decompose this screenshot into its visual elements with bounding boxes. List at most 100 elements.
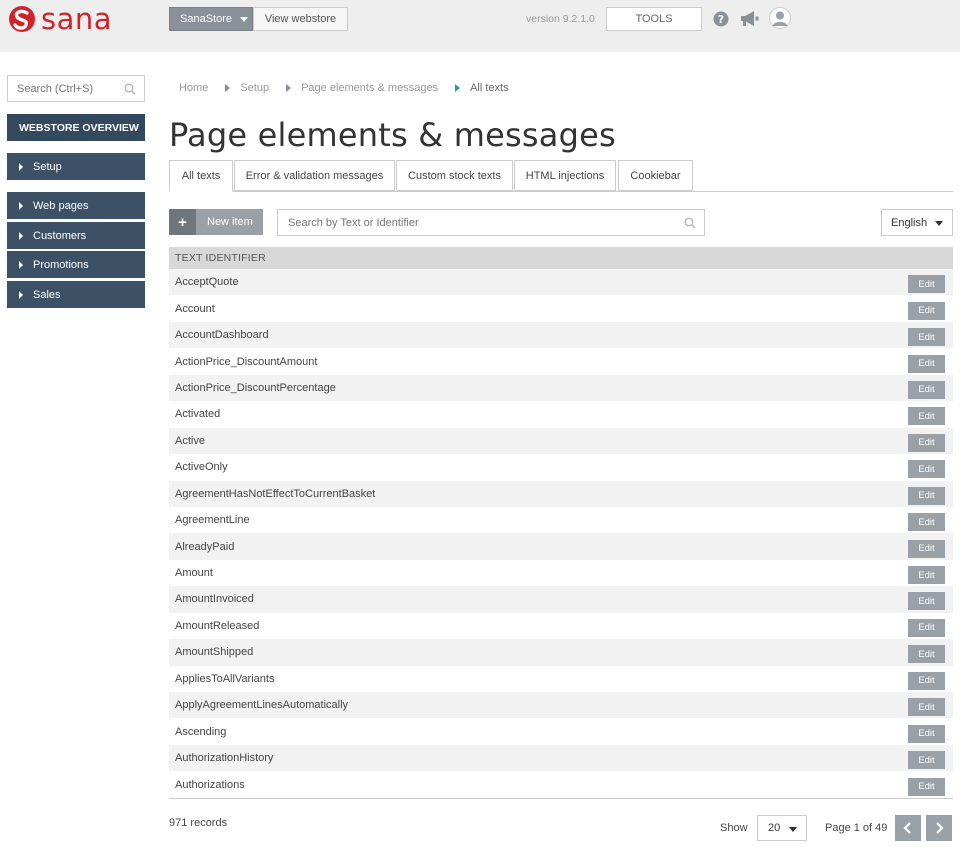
text-identifier: AmountReleased: [175, 619, 260, 632]
text-identifier: AlreadyPaid: [175, 540, 235, 553]
tab-cookiebar[interactable]: Cookiebar: [618, 160, 693, 191]
text-identifier: Amount: [175, 567, 213, 580]
table-row: Authorizations Edit: [169, 771, 953, 798]
sidebar-item-customers[interactable]: Customers: [7, 222, 145, 249]
tab-error-validation-messages[interactable]: Error & validation messages: [234, 160, 395, 191]
new-item-button[interactable]: + New item: [169, 209, 263, 235]
breadcrumb: Home Setup Page elements & messages All …: [179, 82, 509, 94]
caret-right-icon: [19, 290, 23, 299]
text-identifier: AuthorizationHistory: [175, 752, 274, 765]
edit-button[interactable]: Edit: [908, 275, 945, 294]
text-identifier: AmountShipped: [175, 646, 254, 659]
edit-button[interactable]: Edit: [908, 354, 945, 373]
edit-button[interactable]: Edit: [908, 592, 945, 611]
sidebar-item-promotions[interactable]: Promotions: [7, 251, 145, 278]
caret-right-icon: [455, 84, 461, 92]
edit-button[interactable]: Edit: [908, 566, 945, 585]
text-search-input[interactable]: [278, 210, 668, 235]
page-size-select[interactable]: 20: [757, 815, 807, 841]
table-row: AlreadyPaid Edit: [169, 533, 953, 560]
edit-button[interactable]: Edit: [908, 380, 945, 399]
table-row: Activated Edit: [169, 401, 953, 428]
edit-button[interactable]: Edit: [908, 671, 945, 690]
text-search[interactable]: [277, 209, 705, 236]
text-identifier: Activated: [175, 408, 221, 421]
text-identifier: ActionPrice_DiscountPercentage: [175, 381, 336, 394]
edit-button[interactable]: Edit: [908, 724, 945, 743]
tab-html-injections[interactable]: HTML injections: [514, 160, 616, 191]
edit-button[interactable]: Edit: [908, 513, 945, 532]
text-identifier: AcceptQuote: [175, 276, 239, 289]
caret-right-icon: [19, 162, 23, 171]
chevron-left-icon: [903, 822, 911, 834]
table-row: AppliesToAllVariants Edit: [169, 665, 953, 692]
megaphone-icon[interactable]: [739, 10, 759, 27]
text-identifier: AppliesToAllVariants: [175, 672, 275, 685]
edit-button[interactable]: Edit: [908, 618, 945, 637]
breadcrumb-page-elements[interactable]: Page elements & messages: [301, 82, 438, 94]
sana-logo-icon: [9, 6, 35, 32]
breadcrumb-home[interactable]: Home: [179, 82, 208, 94]
svg-text:?: ?: [718, 13, 724, 26]
language-select[interactable]: English: [881, 209, 953, 236]
edit-button[interactable]: Edit: [908, 433, 945, 452]
text-identifier: Authorizations: [175, 778, 245, 791]
sidebar-item-sales[interactable]: Sales: [7, 281, 145, 308]
search-icon: [124, 83, 136, 95]
tab-custom-stock-texts[interactable]: Custom stock texts: [396, 160, 513, 191]
view-webstore-button[interactable]: View webstore: [253, 7, 348, 31]
breadcrumb-current: All texts: [470, 82, 509, 94]
chevron-down-icon: [789, 827, 797, 832]
caret-right-icon: [19, 201, 23, 210]
webstore-overview-button[interactable]: WEBSTORE OVERVIEW: [7, 114, 145, 141]
edit-button[interactable]: Edit: [908, 698, 945, 717]
sidebar-item-label: Sales: [33, 288, 61, 301]
text-identifier: Active: [175, 434, 205, 447]
text-identifier: ActionPrice_DiscountAmount: [175, 355, 318, 368]
sidebar-item-label: Customers: [33, 229, 87, 242]
breadcrumb-setup[interactable]: Setup: [240, 82, 269, 94]
sidebar-item-label: Setup: [33, 160, 62, 173]
previous-page-button[interactable]: [895, 815, 921, 841]
edit-button[interactable]: Edit: [908, 539, 945, 558]
edit-button[interactable]: Edit: [908, 328, 945, 347]
table-row: ActiveOnly Edit: [169, 454, 953, 481]
edit-button[interactable]: Edit: [908, 777, 945, 796]
table-row: AuthorizationHistory Edit: [169, 744, 953, 772]
caret-right-icon: [225, 84, 231, 92]
edit-button[interactable]: Edit: [908, 645, 945, 664]
text-identifier: AgreementLine: [175, 514, 250, 527]
tab-all-texts[interactable]: All texts: [169, 160, 233, 192]
table-body: AcceptQuote Edit Account Edit AccountDashboa…: [169, 269, 953, 798]
chevron-down-icon: [239, 16, 248, 22]
chevron-right-icon: [936, 822, 944, 834]
edit-button[interactable]: Edit: [908, 407, 945, 426]
sana-logo[interactable]: sana: [7, 2, 113, 36]
sidebar-item-setup[interactable]: Setup: [7, 153, 145, 180]
user-avatar-icon[interactable]: [769, 7, 791, 29]
search-icon: [684, 217, 696, 229]
sidebar-search-input[interactable]: [8, 76, 118, 101]
edit-button[interactable]: Edit: [908, 301, 945, 320]
edit-button[interactable]: Edit: [908, 486, 945, 505]
edit-button[interactable]: Edit: [908, 460, 945, 479]
store-selector-label: SanaStore: [180, 13, 232, 25]
caret-right-icon: [19, 231, 23, 240]
sidebar-item-web-pages[interactable]: Web pages: [7, 192, 145, 219]
table-row: Ascending Edit: [169, 718, 953, 745]
column-header-text-identifier[interactable]: TEXT IDENTIFIER: [169, 247, 953, 269]
help-icon[interactable]: ?: [713, 11, 729, 27]
table-row: ActionPrice_DiscountPercentage Edit: [169, 374, 953, 402]
edit-button[interactable]: Edit: [908, 751, 945, 770]
table-row: ActionPrice_DiscountAmount Edit: [169, 348, 953, 375]
sidebar-search[interactable]: [7, 75, 145, 102]
text-identifier: ActiveOnly: [175, 461, 228, 474]
table-row: Account Edit: [169, 295, 953, 322]
table-row: ApplyAgreementLinesAutomatically Edit: [169, 692, 953, 719]
logo-text: sana: [41, 2, 113, 36]
page-title: Page elements & messages: [169, 116, 616, 154]
store-selector-button[interactable]: SanaStore: [169, 7, 253, 31]
table-row: AccountDashboard Edit: [169, 321, 953, 349]
next-page-button[interactable]: [926, 815, 952, 841]
tools-button[interactable]: TOOLS: [606, 7, 702, 31]
